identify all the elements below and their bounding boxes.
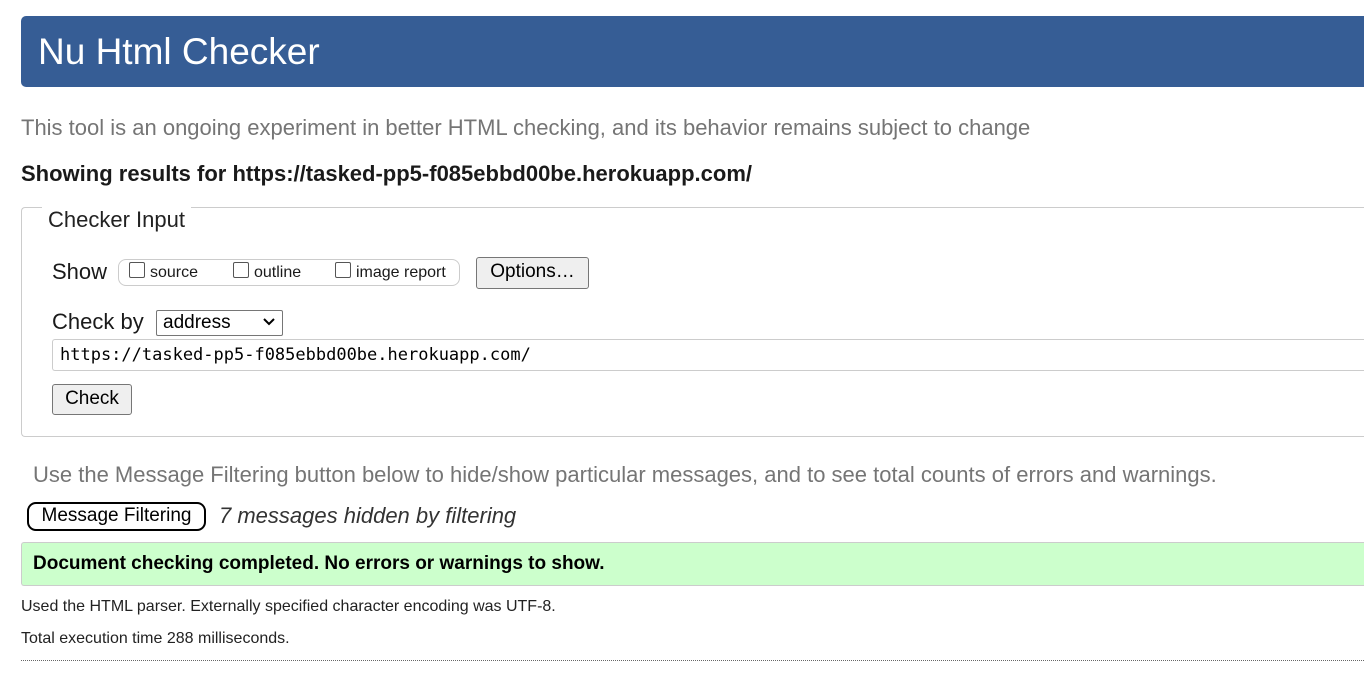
outline-checkbox-label: outline [254, 264, 302, 281]
message-filtering-button[interactable]: Message Filtering [27, 502, 206, 531]
url-input[interactable]: https://tasked-pp5-f085ebbd00be.herokuap… [52, 339, 1364, 371]
execution-time: Total execution time 288 milliseconds. [21, 630, 290, 647]
check-by-select[interactable]: address [156, 310, 283, 336]
source-checkbox-label: source [150, 264, 199, 281]
check-button[interactable]: Check [52, 384, 132, 415]
success-message-box: Document checking completed. No errors o… [21, 542, 1364, 586]
check-by-selected-value: address [163, 312, 231, 333]
bottom-divider [21, 660, 1364, 661]
show-source-option[interactable]: source [129, 262, 199, 283]
page-title: Nu Html Checker [38, 31, 320, 72]
show-label: Show [52, 259, 108, 284]
options-button[interactable]: Options… [476, 257, 589, 289]
hidden-messages-count: 7 messages hidden by filtering [219, 503, 517, 528]
check-by-label: Check by [52, 309, 144, 334]
source-checkbox[interactable] [129, 262, 145, 278]
image-report-checkbox-label: image report [356, 264, 446, 281]
show-image-report-option[interactable]: image report [335, 262, 446, 283]
page-header: Nu Html Checker [21, 16, 1364, 87]
show-options-group: source outline image report [118, 259, 460, 286]
tool-subtitle: This tool is an ongoing experiment in be… [21, 115, 1031, 140]
success-message: Document checking completed. No errors o… [33, 553, 605, 574]
checker-input-legend: Checker Input [42, 207, 191, 233]
image-report-checkbox[interactable] [335, 262, 351, 278]
parser-info: Used the HTML parser. Externally specifi… [21, 598, 556, 615]
chevron-down-icon [263, 318, 275, 326]
show-outline-option[interactable]: outline [233, 262, 302, 283]
filtering-info: Use the Message Filtering button below t… [33, 462, 1217, 487]
outline-checkbox[interactable] [233, 262, 249, 278]
page: Nu Html Checker This tool is an ongoing … [0, 0, 1364, 700]
results-for-heading: Showing results for https://tasked-pp5-f… [21, 161, 753, 186]
